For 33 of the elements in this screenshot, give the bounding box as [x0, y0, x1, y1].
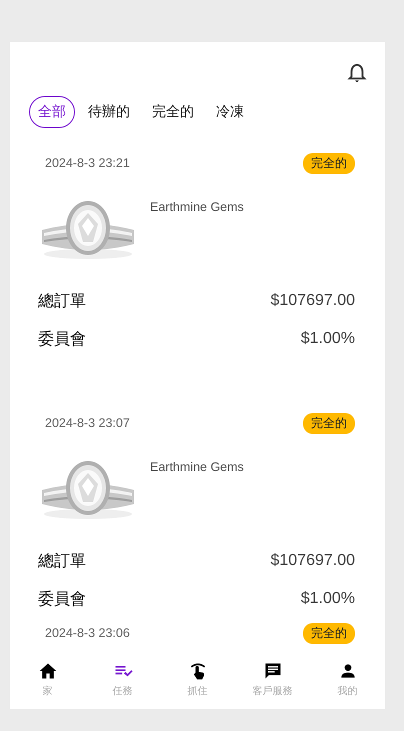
- nav-label: 我的: [338, 684, 358, 698]
- status-badge: 完全的: [303, 622, 355, 644]
- nav-item[interactable]: 家: [10, 653, 85, 709]
- product-name: Earthmine Gems: [150, 200, 244, 214]
- filter-tab[interactable]: 冷凍: [207, 96, 253, 128]
- nav-item[interactable]: 我的: [310, 653, 385, 709]
- order-date: 2024-8-3 23:06: [45, 626, 130, 640]
- chat-icon: [262, 661, 282, 681]
- row-value: $107697.00: [270, 292, 355, 310]
- nav-label: 抓住: [188, 685, 208, 698]
- nav-label: 客戶服務: [252, 684, 292, 698]
- row-label: 總訂單: [38, 292, 86, 312]
- filter-tab[interactable]: 全部: [29, 96, 75, 128]
- nav-item[interactable]: 抓住: [160, 653, 235, 709]
- product-name: Earthmine Gems: [150, 460, 244, 474]
- filter-tab[interactable]: 待辦的: [79, 96, 139, 128]
- row-label: 總訂單: [38, 552, 86, 572]
- nav-item[interactable]: 任務: [85, 653, 160, 709]
- filter-tab[interactable]: 完全的: [143, 96, 203, 128]
- nav-label: 任務: [112, 685, 132, 698]
- nav-label: 家: [42, 684, 52, 698]
- order-date: 2024-8-3 23:21: [45, 156, 130, 170]
- nav-item[interactable]: 客戶服務: [235, 653, 310, 709]
- home-icon: [38, 661, 58, 681]
- status-badge: 完全的: [303, 412, 355, 434]
- bell-icon[interactable]: [346, 62, 368, 84]
- row-value: $1.00%: [300, 330, 355, 348]
- row-label: 委員會: [38, 590, 86, 610]
- row-label: 委員會: [38, 330, 86, 350]
- row-value: $107697.00: [270, 552, 355, 570]
- order-date: 2024-8-3 23:07: [45, 416, 130, 430]
- row-value: $1.00%: [300, 590, 355, 608]
- status-badge: 完全的: [303, 152, 355, 174]
